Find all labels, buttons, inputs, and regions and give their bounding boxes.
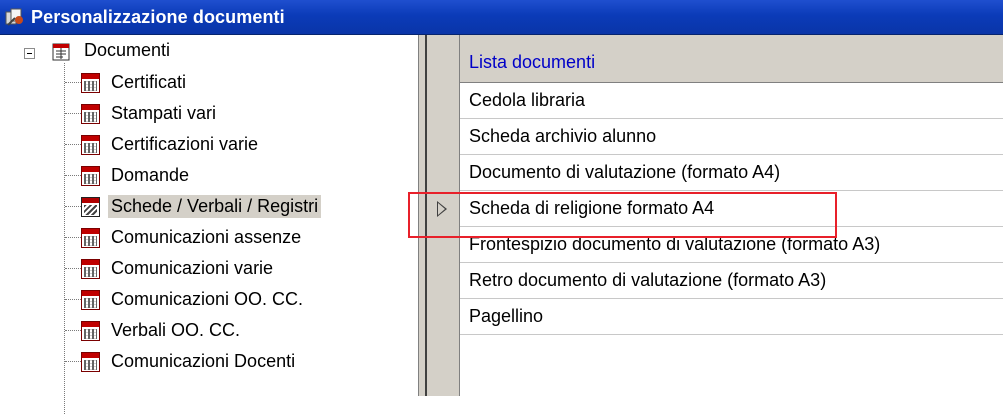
pane-splitter[interactable] xyxy=(418,35,429,396)
column-header-label: Lista documenti xyxy=(469,52,596,72)
tree-item-label: Stampati vari xyxy=(111,103,217,123)
collapse-icon[interactable] xyxy=(24,48,35,59)
document-grid-icon xyxy=(81,166,100,186)
tree-connector xyxy=(65,330,81,331)
document-grid-icon xyxy=(81,135,100,155)
document-grid-icon xyxy=(81,290,100,310)
tree-item-label: Schede / Verbali / Registri xyxy=(108,195,322,218)
table-row[interactable]: Pagellino xyxy=(460,299,1003,335)
tree-item[interactable]: Schede / Verbali / Registri xyxy=(0,191,418,222)
document-grid-icon xyxy=(81,104,100,124)
table-row[interactable]: Retro documento di valutazione (formato … xyxy=(460,263,1003,299)
app-icon xyxy=(4,6,26,28)
table-cell: Documento di valutazione (formato A4) xyxy=(469,162,781,182)
tree-connector xyxy=(65,299,81,300)
tree-connector xyxy=(65,361,81,362)
tree-item[interactable]: Certificazioni varie xyxy=(0,129,418,160)
tree-item-label: Comunicazioni OO. CC. xyxy=(111,289,304,309)
document-grid-icon xyxy=(81,352,100,372)
tree-item[interactable]: Verbali OO. CC. xyxy=(0,315,418,346)
table-cell: Retro documento di valutazione (formato … xyxy=(469,270,827,290)
tree-item-label: Comunicazioni varie xyxy=(111,258,274,278)
tree-connector xyxy=(65,144,81,145)
document-grid-icon xyxy=(81,259,100,279)
table-cell: Scheda di religione formato A4 xyxy=(469,198,715,218)
tree-root-documenti[interactable]: Documenti xyxy=(84,40,170,61)
document-list-grid: Lista documenti Cedola libraria Scheda ar… xyxy=(429,35,1003,396)
tree-item-label: Certificazioni varie xyxy=(111,134,259,154)
tree-item[interactable]: Certificati xyxy=(0,67,418,98)
table-row[interactable]: Frontespizio documento di valutazione (f… xyxy=(460,227,1003,263)
table-row[interactable]: Documento di valutazione (formato A4) xyxy=(460,155,1003,191)
tree-connector xyxy=(65,206,81,207)
document-edit-icon xyxy=(81,197,100,217)
current-row-indicator-icon xyxy=(437,201,447,217)
tree-connector xyxy=(65,113,81,114)
tree-item[interactable]: Domande xyxy=(0,160,418,191)
table-cell: Scheda archivio alunno xyxy=(469,126,657,146)
table-cell: Pagellino xyxy=(469,306,544,326)
document-grid-icon xyxy=(81,228,100,248)
document-folder-icon xyxy=(52,43,70,61)
table-cell: Frontespizio documento di valutazione (f… xyxy=(469,234,881,254)
title-bar: Personalizzazione documenti xyxy=(0,0,1003,35)
tree-connector xyxy=(65,82,81,83)
tree-item[interactable]: Comunicazioni Docenti xyxy=(0,346,418,377)
table-cell: Cedola libraria xyxy=(469,90,586,110)
tree-connector xyxy=(65,175,81,176)
document-grid-icon xyxy=(81,321,100,341)
row-indicator-column xyxy=(429,35,460,396)
tree-connector xyxy=(65,268,81,269)
window-title: Personalizzazione documenti xyxy=(31,6,285,27)
table-row[interactable]: Scheda archivio alunno xyxy=(460,119,1003,155)
tree-connector xyxy=(65,237,81,238)
tree-item[interactable]: Stampati vari xyxy=(0,98,418,129)
tree-item[interactable]: Comunicazioni varie xyxy=(0,253,418,284)
table-row[interactable]: Cedola libraria xyxy=(460,83,1003,119)
tree-item-label: Comunicazioni assenze xyxy=(111,227,302,247)
tree-item[interactable]: Comunicazioni assenze xyxy=(0,222,418,253)
table-row[interactable]: Scheda di religione formato A4 xyxy=(460,191,1003,227)
tree-item-label: Verbali OO. CC. xyxy=(111,320,241,340)
document-grid-icon xyxy=(81,73,100,93)
tree-item-label: Certificati xyxy=(111,72,187,92)
document-tree: Documenti Certificati Stampati vari Certif… xyxy=(0,35,418,414)
tree-item-label: Comunicazioni Docenti xyxy=(111,351,296,371)
column-header[interactable]: Lista documenti xyxy=(460,35,1003,83)
tree-item-label: Domande xyxy=(111,165,190,185)
tree-item[interactable]: Comunicazioni OO. CC. xyxy=(0,284,418,315)
